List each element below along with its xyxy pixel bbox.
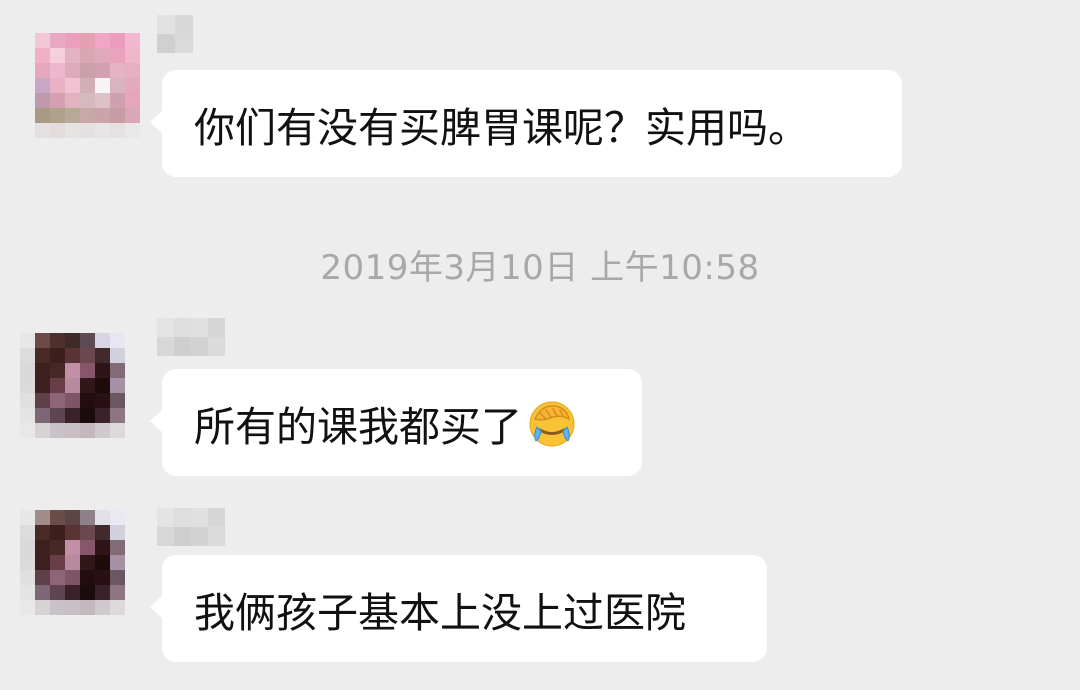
face-palm-tears-emoji bbox=[526, 397, 578, 449]
avatar[interactable] bbox=[20, 510, 140, 630]
message-bubble[interactable]: 我俩孩子基本上没上过医院 bbox=[150, 555, 767, 662]
timestamp: 2019年3月10日 上午10:58 bbox=[320, 248, 760, 288]
chat-window: 你们有没有买脾胃课呢？实用吗。 2019年3月10日 上午10:58 所有的课我… bbox=[0, 0, 1080, 690]
sender-name-redacted bbox=[157, 15, 193, 53]
message-text: 你们有没有买脾胃课呢？实用吗。 bbox=[194, 103, 809, 152]
message-text: 我俩孩子基本上没上过医院 bbox=[194, 588, 686, 637]
message-bubble[interactable]: 所有的课我都买了 bbox=[150, 369, 642, 476]
sender-name-redacted bbox=[157, 318, 225, 356]
sender-name-redacted bbox=[157, 508, 225, 546]
avatar[interactable] bbox=[35, 33, 140, 153]
avatar[interactable] bbox=[20, 333, 140, 453]
message-bubble[interactable]: 你们有没有买脾胃课呢？实用吗。 bbox=[150, 70, 902, 177]
message-text: 所有的课我都买了 bbox=[194, 402, 522, 451]
